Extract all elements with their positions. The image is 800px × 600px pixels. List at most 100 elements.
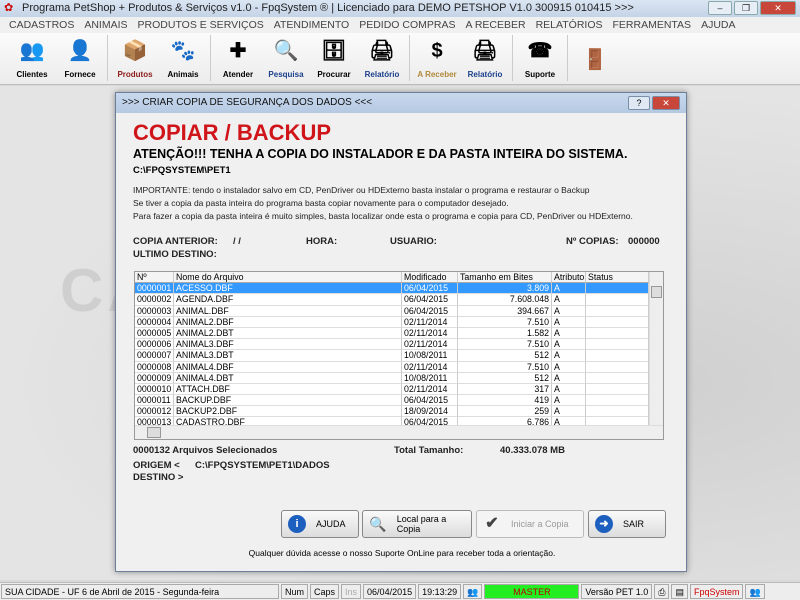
toolbar-button[interactable]: 🔍 Pesquisa [262,33,310,83]
table-row[interactable]: 0000011 BACKUP.DBF 06/04/2015 419 A [135,395,663,407]
computer-icon[interactable]: ▤ [671,584,688,599]
scroll-thumb[interactable] [147,427,161,438]
total-label: Total Tamanho: [394,445,464,456]
table-cell [586,316,649,328]
printer-icon[interactable]: ⎙ [654,584,670,599]
table-cell: 0000012 [135,406,174,418]
status-brand: FpqSystem [689,584,744,599]
column-header[interactable]: Status [586,272,649,284]
table-row[interactable]: 0000004 ANIMAL2.DBF 02/11/2014 7.510 A [135,316,663,328]
table-cell: A [552,294,586,306]
table-cell: 0000010 [135,383,174,396]
menu-item[interactable]: RELATÓRIOS [531,17,608,33]
menu-item[interactable]: PEDIDO COMPRAS [354,17,460,33]
status-date: 06/04/2015 [363,584,417,599]
table-cell: 06/04/2015 [402,294,458,306]
table-row[interactable]: 0000009 ANIMAL4.DBT 10/08/2011 512 A [135,372,663,384]
arrow-right-icon: ➜ [595,515,613,533]
table-cell: 02/11/2014 [402,361,458,373]
table-cell: 512 [458,372,552,384]
ultimo-destino-label: ULTIMO DESTINO: [133,249,217,260]
menu-bar: CADASTROS ANIMAIS PRODUTOS E SERVIÇOS ATEND… [0,17,800,33]
horizontal-scrollbar[interactable] [135,425,663,439]
toolbar-button[interactable]: 👤 Fornece [56,33,104,83]
minimize-button[interactable]: – [708,1,732,15]
menu-item[interactable]: AJUDA [696,17,740,33]
toolbar-button[interactable]: 🖨 Relatório [358,33,406,83]
support-icon: ☎ [527,40,553,62]
toolbar-button[interactable]: ✚ Atender [214,33,262,83]
table-cell: 18/09/2014 [402,406,458,418]
table-row[interactable]: 0000012 BACKUP2.DBF 18/09/2014 259 A [135,406,663,418]
toolbar-separator [512,35,513,81]
menu-item[interactable]: ATENDIMENTO [269,17,354,33]
help-button[interactable]: ? [628,96,650,110]
table-cell: 3.809 [458,283,552,295]
toolbar-separator [107,35,108,81]
toolbar-button[interactable]: 👥 Clientes [8,33,56,83]
maximize-button[interactable]: ❐ [734,1,758,15]
local-copia-button[interactable]: 🔍 Local para a Copia [362,510,472,538]
info-line: Para fazer a copia da pasta inteira é mu… [133,211,633,221]
ajuda-button[interactable]: i AJUDA [281,510,359,538]
table-cell: ANIMAL3.DBT [174,350,402,362]
toolbar-button[interactable]: $ A Receber [413,33,461,83]
table-row[interactable]: 0000002 AGENDA.DBF 06/04/2015 7.608.048 A [135,294,663,306]
toolbar-button[interactable]: 🗄 Procurar [310,33,358,83]
dialog-title: >>> CRIAR COPIA DE SEGURANÇA DOS DADOS <… [116,93,686,113]
toolbar-button[interactable]: 🖨 Relatório [461,33,509,83]
toolbar-button[interactable]: ☎ Suporte [516,33,564,83]
column-header[interactable]: Atributo [552,272,586,284]
table-cell: A [552,327,586,340]
toolbar-button[interactable]: 📦 Produtos [111,33,159,83]
vertical-scrollbar[interactable] [649,272,663,427]
table-cell: 7.510 [458,316,552,328]
column-header[interactable]: Nome do Arquivo [174,272,402,284]
close-button[interactable]: ✕ [760,1,796,15]
table-cell: 394.667 [458,305,552,317]
table-cell: 0000006 [135,339,174,351]
scroll-thumb[interactable] [651,286,662,298]
column-header[interactable]: Modificado [402,272,458,284]
dialog-close-button[interactable]: ✕ [652,96,680,110]
toolbar-button[interactable]: 🚪 [571,33,619,83]
table-cell [586,305,649,317]
sair-button[interactable]: ➜ SAIR [588,510,666,538]
column-header[interactable]: Tamanho em Bites [458,272,552,284]
table-row[interactable]: 0000007 ANIMAL3.DBT 10/08/2011 512 A [135,350,663,362]
dialog-heading: COPIAR / BACKUP [133,120,332,145]
table-cell [586,372,649,384]
file-table[interactable]: Nº Nome do Arquivo Modificado Tamanho em Bi… [134,271,664,440]
menu-item[interactable]: FERRAMENTAS [608,17,697,33]
iniciar-copia-button[interactable]: ✔ Iniciar a Copia [476,510,584,538]
table-cell: 0000011 [135,395,174,407]
toolbar-button[interactable]: 🐾 Animais [159,33,207,83]
table-row[interactable]: 0000008 ANIMAL4.DBF 02/11/2014 7.510 A [135,361,663,373]
menu-item[interactable]: A RECEBER [460,17,530,33]
table-cell [586,294,649,306]
paw-icon: ✿ [4,2,14,14]
status-ins: Ins [341,584,362,599]
menu-item[interactable]: PRODUTOS E SERVIÇOS [133,17,269,33]
table-row[interactable]: 0000001 ACESSO.DBF 06/04/2015 3.809 A [135,283,663,295]
table-cell: 0000002 [135,294,174,306]
table-row[interactable]: 0000005 ANIMAL2.DBT 02/11/2014 1.582 A [135,327,663,340]
toolbar-label: Produtos [117,70,153,79]
table-cell: ANIMAL4.DBF [174,361,402,373]
table-cell: ANIMAL2.DBT [174,327,402,340]
table-row[interactable]: 0000003 ANIMAL.DBF 06/04/2015 394.667 A [135,305,663,317]
hora-label: HORA: [306,236,338,247]
table-cell: 7.510 [458,361,552,373]
menu-item[interactable]: ANIMAIS [79,17,132,33]
destino-label: DESTINO > [133,472,184,483]
table-row[interactable]: 0000006 ANIMAL3.DBF 02/11/2014 7.510 A [135,339,663,351]
toolbar-separator [567,35,568,81]
column-header[interactable]: Nº [135,272,174,284]
table-cell [586,383,649,396]
search-docs-icon: 🔍 [273,40,299,62]
magnifier-icon: 🔍 [369,516,387,532]
table-row[interactable]: 0000010 ATTACH.DBF 02/11/2014 317 A [135,383,663,396]
usuario-label: USUARIO: [390,236,437,247]
system-path: C:\FPQSYSTEM\PET1 [133,165,231,176]
menu-item[interactable]: CADASTROS [4,17,79,33]
